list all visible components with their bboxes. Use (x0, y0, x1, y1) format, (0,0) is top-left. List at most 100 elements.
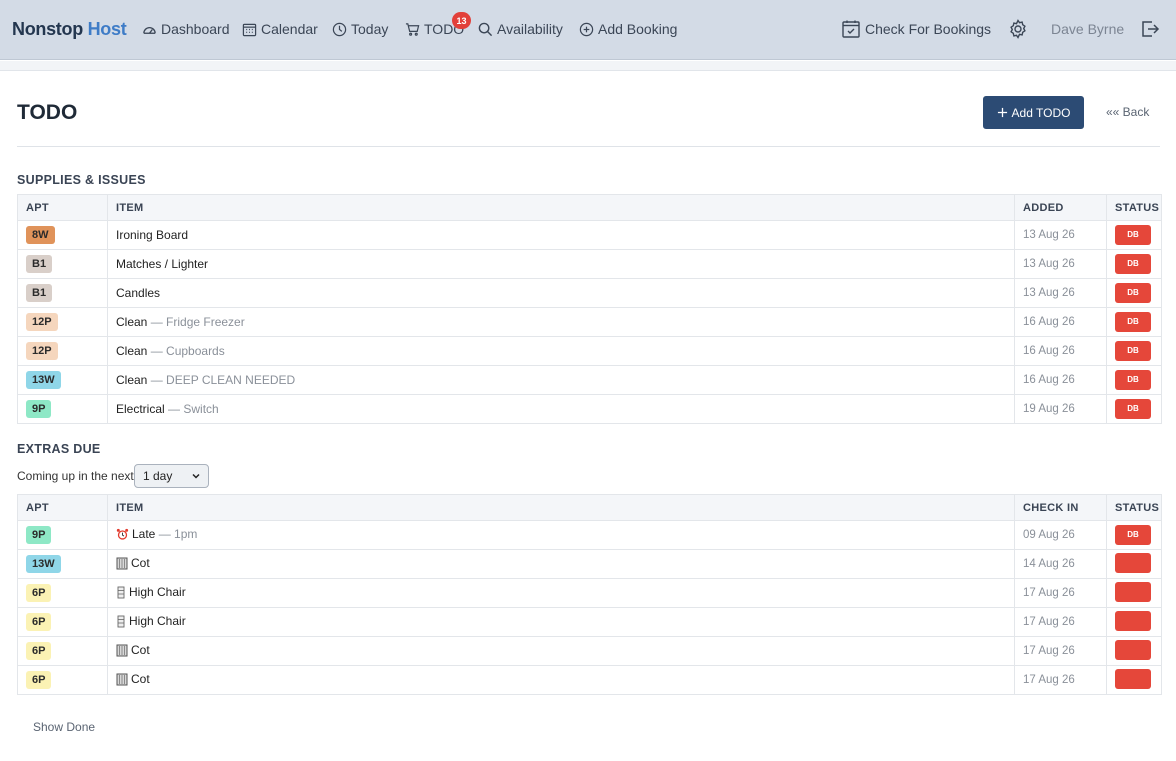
apt-cell: 6P (17, 607, 108, 637)
status-badge[interactable]: DB (1115, 283, 1151, 303)
apt-badge[interactable]: 6P (26, 613, 52, 631)
status-badge[interactable]: DB (1115, 525, 1151, 545)
table-row[interactable]: B1 Candles 13 Aug 26 DB (17, 278, 1162, 308)
apt-cell: 13W (17, 549, 108, 579)
status-badge[interactable] (1115, 610, 1151, 631)
status-badge[interactable] (1115, 581, 1151, 602)
apt-badge[interactable]: 6P (26, 671, 52, 689)
apt-cell: 12P (17, 336, 108, 366)
check-for-bookings-button[interactable]: Check For Bookings (841, 19, 991, 39)
alarm-clock-icon (116, 528, 129, 544)
col-header-check-in[interactable]: CHECK IN (1014, 494, 1107, 521)
item-label: High Chair (129, 613, 186, 628)
table-row[interactable]: 6P Cot 17 Aug 26 (17, 636, 1162, 666)
col-header-apt[interactable]: APT (17, 494, 108, 521)
apt-badge[interactable]: 12P (26, 342, 58, 360)
apt-cell: 6P (17, 636, 108, 666)
status-badge[interactable] (1115, 639, 1151, 660)
status-cell: DB (1106, 394, 1162, 424)
date-cell: 13 Aug 26 (1014, 220, 1107, 250)
table-header-row: APT ITEM CHECK IN STATUS (17, 494, 1162, 521)
supplies-section-title: SUPPLIES & ISSUES (17, 173, 146, 187)
coming-up-select[interactable]: 1 day (134, 464, 209, 488)
status-badge[interactable]: DB (1115, 254, 1151, 274)
date-cell: 13 Aug 26 (1014, 249, 1107, 279)
table-row[interactable]: 9P Late — 1pm 09 Aug 26 DB (17, 520, 1162, 550)
table-row[interactable]: 6P High Chair 17 Aug 26 (17, 578, 1162, 608)
status-cell: DB (1106, 220, 1162, 250)
status-badge[interactable]: DB (1115, 370, 1151, 390)
gauge-icon (143, 26, 156, 34)
apt-badge[interactable]: 9P (26, 400, 52, 418)
apt-badge[interactable]: 13W (26, 371, 61, 389)
col-header-status[interactable]: STATUS (1106, 194, 1162, 221)
status-badge[interactable]: DB (1115, 312, 1151, 332)
table-row[interactable]: 6P Cot 17 Aug 26 (17, 665, 1162, 695)
table-row[interactable]: 12P Clean — Cupboards 16 Aug 26 DB (17, 336, 1162, 366)
col-header-added[interactable]: ADDED (1014, 194, 1107, 221)
table-row[interactable]: 13W Clean — DEEP CLEAN NEEDED 16 Aug 26 DB (17, 365, 1162, 395)
item-cell: Clean — DEEP CLEAN NEEDED (107, 365, 1015, 395)
apt-cell: 9P (17, 394, 108, 424)
apt-cell: B1 (17, 249, 108, 279)
navbar-subbar (0, 61, 1176, 71)
apt-cell: 12P (17, 307, 108, 337)
item-cell: High Chair (107, 578, 1015, 608)
col-header-item[interactable]: ITEM (107, 194, 1015, 221)
table-row[interactable]: 13W Cot 14 Aug 26 (17, 549, 1162, 579)
plus-circle-icon (579, 22, 594, 36)
item-label: Cot (131, 671, 150, 686)
nav-dashboard[interactable]: Dashboard (142, 21, 230, 37)
apt-badge[interactable]: B1 (26, 255, 53, 273)
status-badge[interactable] (1115, 668, 1151, 689)
status-badge[interactable]: DB (1115, 399, 1151, 419)
status-cell: DB (1106, 249, 1162, 279)
extras-section-title: EXTRAS DUE (17, 442, 101, 456)
date-cell: 16 Aug 26 (1014, 336, 1107, 366)
coming-up-label: Coming up in the next (17, 469, 134, 483)
add-todo-button[interactable]: Add TODO (983, 96, 1084, 129)
apt-badge[interactable]: B1 (26, 284, 53, 302)
col-header-status[interactable]: STATUS (1106, 494, 1162, 521)
nav-calendar-label: Calendar (261, 21, 318, 37)
user-name[interactable]: Dave Byrne (1051, 21, 1124, 37)
table-row[interactable]: B1 Matches / Lighter 13 Aug 26 DB (17, 249, 1162, 279)
apt-cell: B1 (17, 278, 108, 308)
status-badge[interactable]: DB (1115, 225, 1151, 245)
item-cell: High Chair (107, 607, 1015, 637)
plus-icon (997, 107, 1007, 118)
header-divider (17, 146, 1160, 147)
item-label: Clean (116, 344, 148, 358)
table-row[interactable]: 9P Electrical — Switch 19 Aug 26 DB (17, 394, 1162, 424)
status-cell (1106, 578, 1162, 608)
col-header-item[interactable]: ITEM (107, 494, 1015, 521)
apt-badge[interactable]: 13W (26, 555, 61, 573)
calendar-check-icon (842, 20, 860, 38)
apt-badge[interactable]: 12P (26, 313, 58, 331)
apt-cell: 6P (17, 578, 108, 608)
show-done-link[interactable]: Show Done (33, 720, 95, 734)
apt-badge[interactable]: 6P (26, 642, 52, 660)
date-cell: 17 Aug 26 (1014, 665, 1107, 695)
status-cell: DB (1106, 520, 1162, 550)
status-badge[interactable] (1115, 552, 1151, 573)
table-row[interactable]: 8W Ironing Board 13 Aug 26 DB (17, 220, 1162, 250)
table-row[interactable]: 6P High Chair 17 Aug 26 (17, 607, 1162, 637)
status-badge[interactable]: DB (1115, 341, 1151, 361)
nav-dashboard-label: Dashboard (161, 21, 230, 37)
table-row[interactable]: 12P Clean — Fridge Freezer 16 Aug 26 DB (17, 307, 1162, 337)
back-link[interactable]: «« Back (1106, 105, 1149, 119)
nav-calendar[interactable]: Calendar (242, 21, 318, 37)
nav-add-booking[interactable]: Add Booking (579, 21, 677, 37)
nav-availability[interactable]: Availability (478, 21, 563, 37)
apt-badge[interactable]: 8W (26, 226, 55, 244)
apt-badge[interactable]: 6P (26, 584, 52, 602)
nav-add-booking-label: Add Booking (598, 21, 678, 37)
logout-button[interactable] (1140, 19, 1160, 39)
settings-button[interactable] (1008, 19, 1028, 39)
nav-today[interactable]: Today (332, 21, 388, 37)
apt-badge[interactable]: 9P (26, 526, 52, 544)
col-header-apt[interactable]: APT (17, 194, 108, 221)
item-cell: Cot (107, 665, 1015, 695)
brand-logo[interactable]: Nonstop Host (12, 19, 127, 40)
